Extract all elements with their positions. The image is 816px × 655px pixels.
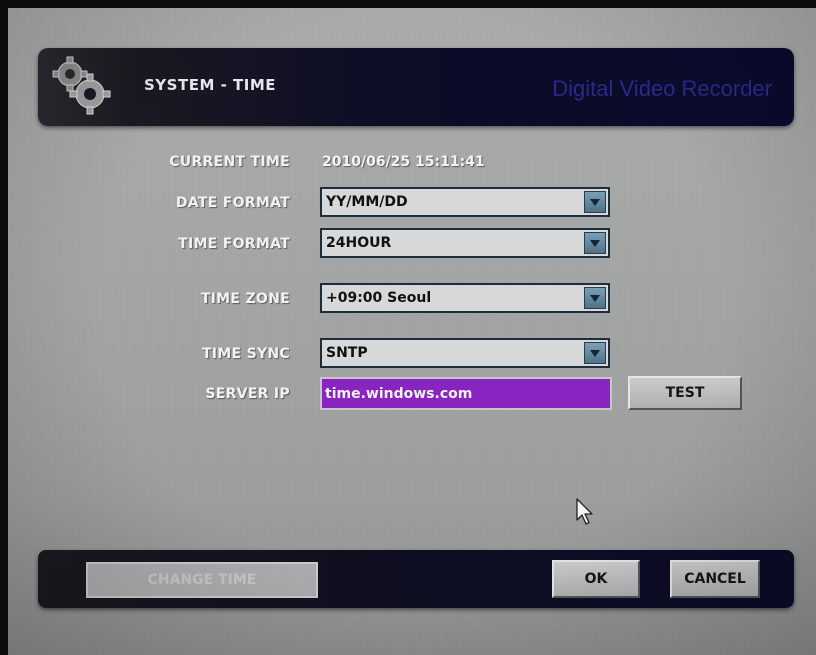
time-zone-value: +09:00 Seoul bbox=[326, 290, 432, 306]
server-ip-label: SERVER IP bbox=[205, 386, 290, 402]
test-button[interactable]: TEST bbox=[628, 376, 742, 410]
brand-text: Digital Video Recorder bbox=[552, 76, 772, 101]
server-ip-input[interactable]: time.windows.com bbox=[320, 377, 612, 410]
time-zone-label: TIME ZONE bbox=[200, 291, 290, 307]
chevron-down-icon[interactable] bbox=[584, 342, 606, 364]
time-format-label: TIME FORMAT bbox=[178, 236, 290, 252]
chevron-down-icon[interactable] bbox=[584, 287, 606, 309]
date-format-value: YY/MM/DD bbox=[326, 194, 408, 210]
title-bar: SYSTEM - TIME Digital Video Recorder bbox=[38, 48, 794, 126]
ok-button[interactable]: OK bbox=[552, 560, 640, 598]
page-title: SYSTEM - TIME bbox=[144, 76, 277, 94]
time-sync-select[interactable]: SNTP bbox=[320, 338, 610, 368]
time-zone-select[interactable]: +09:00 Seoul bbox=[320, 283, 610, 313]
server-ip-value: time.windows.com bbox=[325, 386, 473, 402]
footer-bar: CHANGE TIME OK CANCEL bbox=[38, 550, 794, 608]
current-time-value: 2010/06/25 15:11:41 bbox=[322, 154, 485, 170]
time-format-value: 24HOUR bbox=[326, 235, 392, 251]
gears-icon bbox=[52, 56, 111, 115]
dvr-screen: SYSTEM - TIME Digital Video Recorder CUR… bbox=[8, 8, 816, 655]
chevron-down-icon[interactable] bbox=[584, 191, 606, 213]
mouse-pointer-icon bbox=[576, 498, 593, 525]
time-sync-value: SNTP bbox=[326, 345, 368, 361]
cancel-button[interactable]: CANCEL bbox=[670, 560, 760, 598]
time-sync-label: TIME SYNC bbox=[201, 346, 290, 362]
change-time-button[interactable]: CHANGE TIME bbox=[86, 562, 318, 598]
chevron-down-icon[interactable] bbox=[584, 232, 606, 254]
time-format-select[interactable]: 24HOUR bbox=[320, 228, 610, 258]
current-time-label: CURRENT TIME bbox=[169, 154, 290, 170]
date-format-select[interactable]: YY/MM/DD bbox=[320, 187, 610, 217]
date-format-label: DATE FORMAT bbox=[175, 195, 290, 211]
